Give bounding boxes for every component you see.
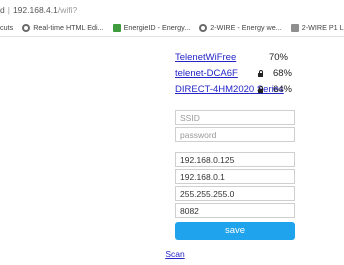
port-input[interactable] xyxy=(175,203,295,218)
bookmark-label: 2-WIRE - Energy we... xyxy=(210,23,282,32)
address-path: /wifi? xyxy=(57,4,78,15)
bookmark-label: EnergieID - Energy... xyxy=(123,23,191,32)
globe-icon xyxy=(199,23,208,32)
password-input[interactable] xyxy=(175,127,295,142)
address-separator: | xyxy=(7,4,10,15)
bookmark-label: 2-WIRE P1 LOGGER xyxy=(301,23,344,32)
bookmark-realtime-html-editor[interactable]: Real-time HTML Edi... xyxy=(22,23,104,32)
address-prefix: d xyxy=(0,4,5,15)
signal-quality: 70% xyxy=(268,52,288,63)
scan-container: Scan xyxy=(0,249,344,259)
gateway-input[interactable] xyxy=(175,169,295,184)
network-item[interactable]: telenet-DCA6F xyxy=(175,68,238,79)
address-bar[interactable]: d | 192.168.4.1 /wifi? xyxy=(0,0,344,19)
scan-link[interactable]: Scan xyxy=(165,249,184,259)
ssid-input[interactable] xyxy=(175,110,295,125)
page-icon xyxy=(290,23,299,32)
save-button[interactable]: save xyxy=(175,222,295,240)
globe-icon xyxy=(22,23,31,32)
network-link[interactable]: TelenetWiFree xyxy=(175,52,236,63)
signal-quality: 68% xyxy=(272,68,292,79)
address-host: 192.168.4.1 xyxy=(12,4,58,15)
network-link[interactable]: telenet-DCA6F xyxy=(175,68,238,79)
static-ip-input[interactable] xyxy=(175,152,295,167)
bookmark-2wire-p1-logger[interactable]: 2-WIRE P1 LOGGER xyxy=(290,23,344,32)
energieid-icon xyxy=(112,23,121,32)
subnet-input[interactable] xyxy=(175,186,295,201)
signal-quality: 64% xyxy=(272,84,292,95)
bookmark-label: cuts xyxy=(0,23,14,32)
bookmark-energieid[interactable]: EnergieID - Energy... xyxy=(112,23,191,32)
bookmark-2wire-energy[interactable]: 2-WIRE - Energy we... xyxy=(199,23,282,32)
network-item[interactable]: TelenetWiFree xyxy=(175,52,236,63)
bookmark-shortcuts[interactable]: cuts xyxy=(0,23,13,32)
bookmark-label: Real-time HTML Edi... xyxy=(33,23,104,32)
bookmarks-bar: cuts Real-time HTML Edi... EnergieID - E… xyxy=(0,19,344,37)
